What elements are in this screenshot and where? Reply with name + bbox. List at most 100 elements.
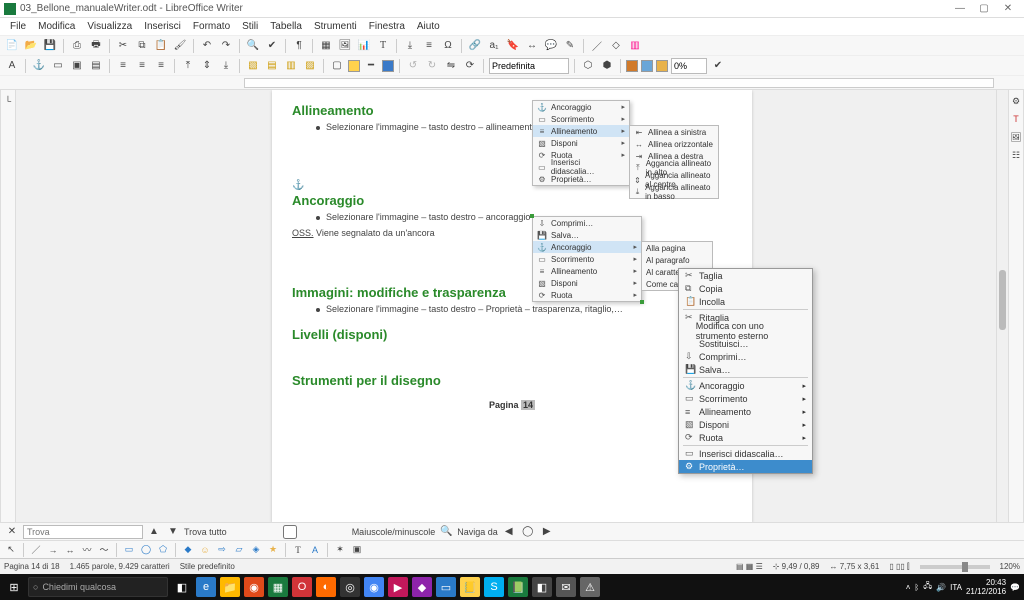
rotate-left-button[interactable]: ↺ (405, 58, 421, 74)
freeform-tool[interactable]: ～ (97, 543, 111, 557)
specialchar-button[interactable]: Ω (440, 38, 456, 54)
find-button[interactable]: 🔍 (245, 38, 261, 54)
area-color-swatch[interactable] (382, 60, 394, 72)
taskview-button[interactable]: ◧ (172, 577, 192, 597)
backward-button[interactable]: ▥ (283, 58, 299, 74)
top-button[interactable]: ⤒ (180, 58, 196, 74)
menu-file[interactable]: File (4, 19, 32, 34)
apply-button[interactable]: ✔ (710, 58, 726, 74)
menu-finestra[interactable]: Finestra (363, 19, 411, 34)
crossref-button[interactable]: ↔ (524, 38, 540, 54)
menu-stili[interactable]: Stili (236, 19, 264, 34)
tb-app-11[interactable]: ▭ (436, 577, 456, 597)
document-area[interactable]: Allineamento Selezionare l'immagine – ta… (16, 90, 1008, 522)
tb-app-10[interactable]: ◆ (412, 577, 432, 597)
ctx-didascalia[interactable]: ▭Inserisci didascalia… (679, 447, 812, 460)
select-tool[interactable]: ↖ (4, 543, 18, 557)
middle-button[interactable]: ⇕ (199, 58, 215, 74)
ruler-toggle[interactable]: └ (1, 94, 15, 108)
cortana-search[interactable]: ○ Chiedimi qualcosa (28, 577, 168, 597)
tb-app-4[interactable]: ▦ (268, 577, 288, 597)
basic-shapes-button[interactable]: ◇ (608, 38, 624, 54)
curve-tool[interactable]: 〰 (80, 543, 94, 557)
tb-app-12[interactable]: 📒 (460, 577, 480, 597)
ctx-comprimi[interactable]: ⇩Comprimi… (679, 350, 812, 363)
stars-tool[interactable]: ★ (266, 543, 280, 557)
bookmark-button[interactable]: 🔖 (505, 38, 521, 54)
zoom-slider[interactable] (920, 565, 990, 569)
tb-app-2[interactable]: 📁 (220, 577, 240, 597)
status-view-icons[interactable]: ▤ ▦ ☰ (736, 562, 763, 571)
nonprinting-button[interactable]: ¶ (291, 38, 307, 54)
hyperlink-button[interactable]: 🔗 (467, 38, 483, 54)
ctx-copia[interactable]: ⧉Copia (679, 282, 812, 295)
send-back-button[interactable]: ▨ (302, 58, 318, 74)
tb-app-9[interactable]: ▶ (388, 577, 408, 597)
pagebreak-button[interactable]: ⤓ (402, 38, 418, 54)
status-zoom[interactable]: 120% (1000, 562, 1020, 571)
unlink-frames-button[interactable]: ⬢ (599, 58, 615, 74)
tb-app-7[interactable]: ◎ (340, 577, 360, 597)
context-menu[interactable]: ✂Taglia ⧉Copia 📋Incolla ✂Ritaglia Modifi… (678, 268, 813, 474)
ctx-ancoraggio[interactable]: ⚓Ancoraggio▸ (679, 379, 812, 392)
rect-tool[interactable]: ▭ (122, 543, 136, 557)
new-doc-button[interactable]: 📄 (4, 38, 20, 54)
paragraph-style-select[interactable] (489, 58, 569, 74)
tray-notifications-icon[interactable]: 💬 (1010, 583, 1020, 592)
polygon-tool[interactable]: ⬠ (156, 543, 170, 557)
open-button[interactable]: 📂 (23, 38, 39, 54)
ctx-modifica-esterno[interactable]: Modifica con uno strumento esterno (679, 324, 812, 337)
fontwork-tool[interactable]: A (308, 543, 322, 557)
menu-formato[interactable]: Formato (187, 19, 236, 34)
color1-swatch[interactable] (626, 60, 638, 72)
clone-format-button[interactable]: 🖌 (172, 38, 188, 54)
align-right-button[interactable]: ≡ (153, 58, 169, 74)
rotate-right-button[interactable]: ↻ (424, 58, 440, 74)
sidebar-navigator-icon[interactable]: ☷ (1009, 148, 1023, 162)
tb-app-16[interactable]: ✉ (556, 577, 576, 597)
border-color-swatch[interactable] (348, 60, 360, 72)
ctx-scorrimento[interactable]: ▭Scorrimento▸ (679, 392, 812, 405)
ellipse-tool[interactable]: ◯ (139, 543, 153, 557)
points-tool[interactable]: ✶ (333, 543, 347, 557)
callouts-tool[interactable]: ◈ (249, 543, 263, 557)
find-options-button[interactable]: 🔍 (438, 524, 454, 540)
ctx-disponi[interactable]: ▧Disponi▸ (679, 418, 812, 431)
flip-button[interactable]: ⇋ (443, 58, 459, 74)
copy-button[interactable]: ⧉ (134, 38, 150, 54)
minimize-button[interactable]: — (948, 3, 972, 14)
line-button[interactable]: ／ (589, 38, 605, 54)
tb-app-1[interactable]: e (196, 577, 216, 597)
menu-tabella[interactable]: Tabella (264, 19, 308, 34)
find-next-button[interactable]: ▼ (165, 524, 181, 540)
ctx-proprieta[interactable]: ⚙Proprietà… (679, 460, 812, 473)
line-tool[interactable]: ／ (29, 543, 43, 557)
border-style-button[interactable]: ━ (363, 58, 379, 74)
menu-strumenti[interactable]: Strumenti (308, 19, 363, 34)
nav-next-button[interactable]: ▶ (539, 524, 555, 540)
print-button[interactable]: 🖶 (88, 38, 104, 54)
horizontal-ruler[interactable] (0, 76, 1024, 90)
field-button[interactable]: ≡ (421, 38, 437, 54)
tb-app-17[interactable]: ⚠ (580, 577, 600, 597)
wrap-on-button[interactable]: ▣ (69, 58, 85, 74)
sidebar-properties-icon[interactable]: ⚙ (1009, 94, 1023, 108)
tb-app-6[interactable]: ◐ (316, 577, 336, 597)
system-tray[interactable]: ˄ ᛒ 🖧 🔊 ITA 20:43 21/12/2016 💬 (906, 578, 1020, 596)
menu-aiuto[interactable]: Aiuto (411, 19, 446, 34)
sidebar-styles-icon[interactable]: T (1009, 112, 1023, 126)
tray-volume-icon[interactable]: 🔊 (936, 583, 946, 592)
bring-front-button[interactable]: ▧ (245, 58, 261, 74)
save-button[interactable]: 💾 (42, 38, 58, 54)
text-tool[interactable]: T (291, 543, 305, 557)
menu-inserisci[interactable]: Inserisci (138, 19, 187, 34)
status-style[interactable]: Stile predefinito (180, 562, 235, 571)
menu-modifica[interactable]: Modifica (32, 19, 81, 34)
maximize-button[interactable]: ▢ (972, 3, 996, 14)
link-frames-button[interactable]: ⬡ (580, 58, 596, 74)
borders-button[interactable]: ▢ (329, 58, 345, 74)
find-prev-button[interactable]: ▲ (146, 524, 162, 540)
find-close-button[interactable]: ✕ (4, 524, 20, 540)
arrow-tool[interactable]: → (46, 543, 60, 557)
find-input[interactable] (23, 525, 143, 539)
